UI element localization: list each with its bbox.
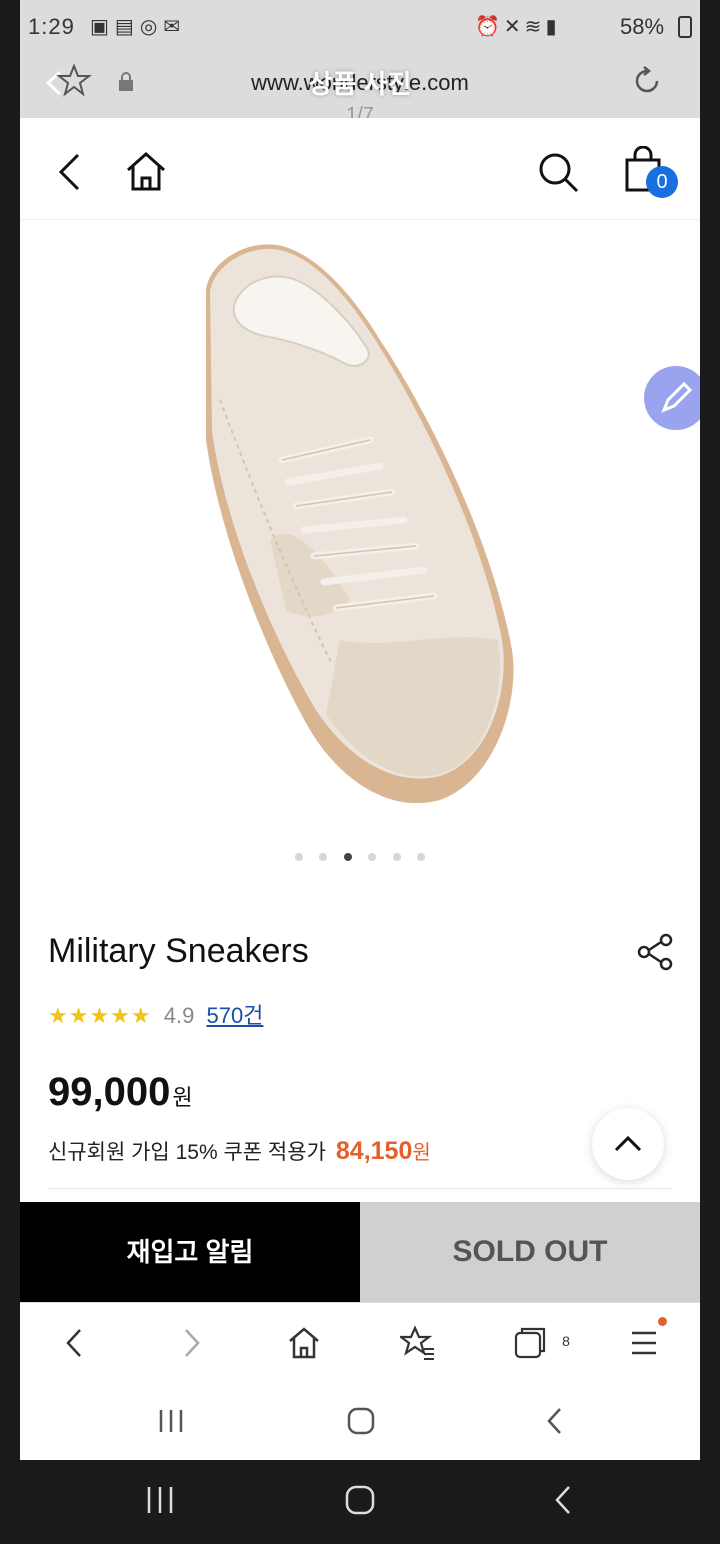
carousel-dot[interactable] [392, 853, 401, 861]
product-price: 99,000원 [48, 1070, 193, 1115]
signal-icon: ▮ [545, 16, 561, 38]
bookmarks-star-icon[interactable] [400, 1325, 436, 1361]
browser-url-bar: www.wonderstyle.com 상품 사진 1/7 [20, 52, 700, 126]
message-icon: ✉ [163, 16, 187, 38]
battery-level: 58% [620, 14, 665, 39]
image-viewer-title: 상품 사진 [308, 69, 412, 99]
sneaker-image [206, 244, 514, 804]
carousel-dot[interactable] [417, 853, 426, 861]
coupon-price-line: 신규회원 가입 15% 쿠폰 적용가 84,150원 [48, 1136, 431, 1166]
menu-notification-dot [658, 1317, 667, 1326]
reload-icon[interactable] [630, 64, 664, 98]
outer-recents-icon[interactable] [144, 1484, 176, 1516]
cart-count-badge: 0 [646, 166, 678, 198]
divider [48, 1188, 672, 1189]
status-bar: 1:29 ▣▤◎✉ ⏰✕≋▮ 58% [20, 0, 700, 52]
carousel-indicator [20, 848, 700, 862]
coupon-label: 신규회원 가입 15% 쿠폰 적용가 [48, 1141, 326, 1164]
menu-icon[interactable] [626, 1325, 662, 1361]
rating-score: 4.9 [163, 1003, 195, 1028]
product-image[interactable] [20, 220, 700, 840]
carousel-dot-active[interactable] [343, 853, 352, 861]
notification-icons: ▣▤◎✉ [90, 14, 186, 39]
phone-screen: 1:29 ▣▤◎✉ ⏰✕≋▮ 58% www.wonderstyle.com 상… [20, 0, 700, 1460]
outer-system-nav [0, 1460, 720, 1544]
price-unit: 원 [172, 1085, 193, 1110]
browser-toolbar: 8 [20, 1302, 700, 1384]
search-icon[interactable] [536, 150, 580, 194]
review-count-link[interactable]: 570건 [206, 1003, 263, 1028]
notification-icon: ▣ [90, 16, 115, 38]
status-time: 1:29 [28, 14, 75, 39]
product-rating: ★★★★★ 4.9 570건 [48, 998, 263, 1028]
system-icons: ⏰✕≋▮ [475, 14, 560, 39]
product-title: Military Sneakers [48, 932, 309, 970]
carousel-dot[interactable] [368, 853, 377, 861]
outer-home-icon[interactable] [344, 1484, 376, 1516]
browser-forward-icon[interactable] [172, 1325, 208, 1361]
browser-home-icon[interactable] [286, 1325, 322, 1361]
site-header: 0 [20, 118, 700, 220]
inner-system-nav [20, 1384, 700, 1460]
carousel-dot[interactable] [294, 853, 303, 861]
sold-out-button[interactable]: SOLD OUT [360, 1202, 700, 1302]
home-icon[interactable] [124, 150, 168, 192]
outer-back-icon[interactable] [548, 1484, 580, 1516]
chevron-up-icon [614, 1135, 642, 1152]
price-value: 99,000 [48, 1070, 171, 1114]
battery-icon [678, 16, 692, 38]
carousel-dot[interactable] [319, 853, 328, 861]
rating-stars: ★★★★★ [48, 1003, 152, 1028]
pencil-icon [661, 381, 693, 413]
purchase-action-bar: 재입고 알림 SOLD OUT [20, 1202, 700, 1302]
system-back-icon[interactable] [540, 1406, 570, 1436]
alarm-icon: ⏰ [475, 16, 504, 38]
mute-icon: ✕ [503, 16, 525, 38]
media-icon: ◎ [139, 16, 164, 38]
wifi-icon: ≋ [524, 16, 546, 38]
scroll-top-button[interactable] [592, 1108, 664, 1180]
tabs-count: 8 [562, 1333, 570, 1349]
coupon-price: 84,150 [335, 1137, 413, 1165]
browser-back-icon[interactable] [58, 1325, 94, 1361]
restock-alert-button[interactable]: 재입고 알림 [20, 1202, 360, 1302]
coupon-price-unit: 원 [412, 1142, 431, 1164]
gallery-icon: ▤ [114, 16, 140, 38]
recents-icon[interactable] [156, 1406, 186, 1436]
share-icon[interactable] [636, 932, 676, 972]
edit-float-button[interactable] [644, 366, 700, 430]
home-button-icon[interactable] [346, 1406, 376, 1436]
tabs-icon [514, 1327, 546, 1359]
tabs-button[interactable]: 8 [512, 1325, 570, 1361]
back-icon[interactable] [56, 152, 82, 192]
